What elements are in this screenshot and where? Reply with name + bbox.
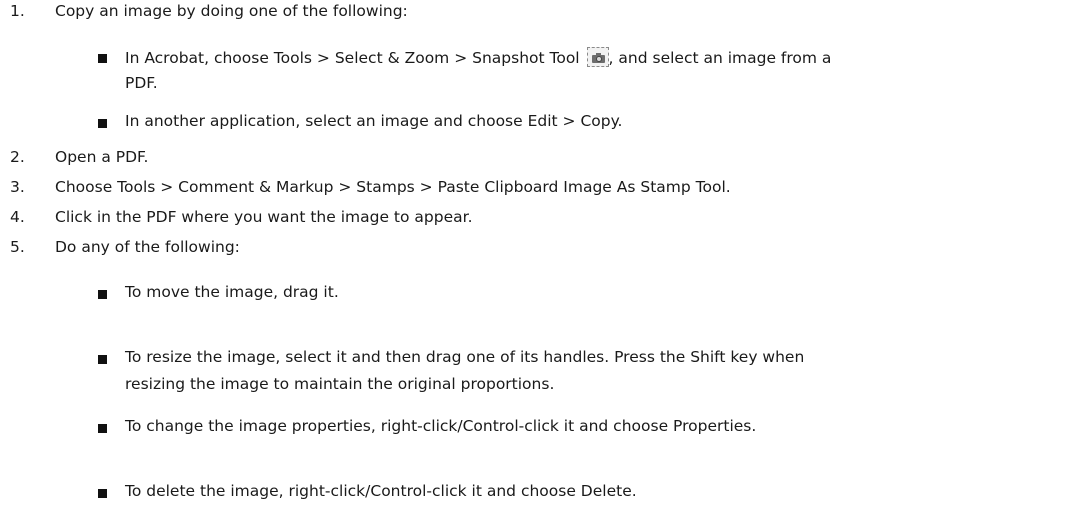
substep-5-1: To move the image, drag it. (125, 283, 339, 301)
step-text: Do any of the following: (55, 238, 240, 256)
substep-text: To change the image properties, right-cl… (125, 417, 757, 435)
substep-text: In another application, select an image … (125, 112, 623, 130)
step-text: Open a PDF. (55, 148, 149, 166)
substep-text-continued: , and select an image from a (608, 49, 832, 67)
bullet-square-icon (98, 119, 107, 128)
bullet-square-icon (98, 424, 107, 433)
bullet-square-icon (98, 54, 107, 63)
step-2: 2. Open a PDF. (10, 148, 148, 166)
step-number: 4. (10, 208, 25, 226)
substep-text: In Acrobat, choose Tools > Select & Zoom… (125, 49, 580, 67)
step-text: Click in the PDF where you want the imag… (55, 208, 473, 226)
step-1: 1. Copy an image by doing one of the foll… (10, 2, 408, 20)
substep-text: To move the image, drag it. (125, 283, 339, 301)
substep-1-1: In Acrobat, choose Tools > Select & Zoom… (125, 47, 831, 67)
substep-text: To delete the image, right-click/Control… (125, 482, 637, 500)
bullet-square-icon (98, 355, 107, 364)
bullet-square-icon (98, 489, 107, 498)
step-number: 2. (10, 148, 25, 166)
snapshot-camera-icon (586, 47, 609, 67)
substep-5-2-line2: resizing the image to maintain the origi… (125, 375, 554, 393)
step-3: 3. Choose Tools > Comment & Markup > Stam… (10, 178, 731, 196)
instructions-document: 1. Copy an image by doing one of the foll… (0, 0, 1081, 510)
substep-text: To resize the image, select it and then … (125, 348, 805, 366)
step-5: 5. Do any of the following: (10, 238, 240, 256)
substep-text: PDF. (125, 74, 158, 92)
substep-1-1-line2: PDF. (125, 74, 158, 92)
substep-5-3: To change the image properties, right-cl… (125, 417, 756, 435)
step-number: 5. (10, 238, 25, 256)
step-4: 4. Click in the PDF where you want the im… (10, 208, 473, 226)
step-text: Choose Tools > Comment & Markup > Stamps… (55, 178, 731, 196)
step-number: 1. (10, 2, 25, 20)
substep-5-2: To resize the image, select it and then … (125, 348, 804, 366)
substep-5-4: To delete the image, right-click/Control… (125, 482, 637, 500)
substep-1-2: In another application, select an image … (125, 112, 622, 130)
bullet-square-icon (98, 290, 107, 299)
step-number: 3. (10, 178, 25, 196)
step-text: Copy an image by doing one of the follow… (55, 2, 408, 20)
substep-text: resizing the image to maintain the origi… (125, 375, 555, 393)
